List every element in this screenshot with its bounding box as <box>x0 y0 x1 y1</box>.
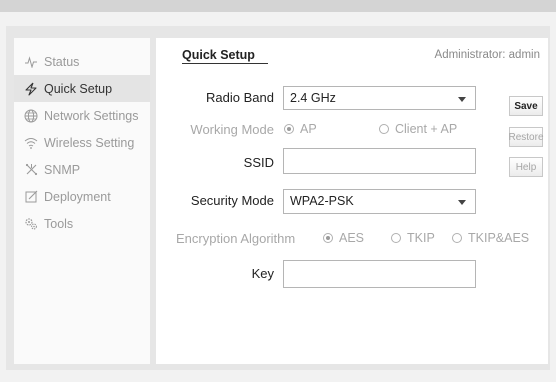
encryption-tkip-aes-label: TKIP&AES <box>468 231 530 245</box>
working-mode-ap-label: AP <box>300 122 317 136</box>
sidebar-item-label: SNMP <box>44 162 81 177</box>
edit-icon <box>23 189 39 205</box>
working-mode-client-ap-label: Client + AP <box>395 122 458 136</box>
radio-band-value: 2.4 GHz <box>290 91 336 105</box>
sidebar-item-label: Network Settings <box>44 108 139 123</box>
sidebar-item-label: Status <box>44 54 80 69</box>
page-title: Quick Setup <box>182 48 268 64</box>
globe-icon <box>23 108 39 124</box>
key-label: Key <box>251 266 274 281</box>
security-mode-label: Security Mode <box>190 193 274 208</box>
encryption-aes-label: AES <box>339 231 365 245</box>
ssid-label: SSID <box>243 155 274 170</box>
sidebar-item-label: Quick Setup <box>44 81 113 96</box>
save-button[interactable]: Save <box>509 96 543 116</box>
gears-icon <box>23 216 39 232</box>
sidebar-item-tools[interactable]: Tools <box>14 210 150 237</box>
sidebar-item-network-settings[interactable]: Network Settings <box>14 102 150 129</box>
top-bar <box>0 0 556 12</box>
admin-label: Administrator: admin <box>434 49 540 61</box>
radio-unselected-icon <box>452 233 462 243</box>
encryption-tkip-label: TKIP <box>407 231 435 245</box>
radio-band-label: Radio Band <box>206 90 274 105</box>
help-button[interactable]: Help <box>509 157 543 177</box>
radio-unselected-icon <box>391 233 401 243</box>
ssid-input[interactable] <box>283 148 476 174</box>
main-panel: Quick Setup Administrator: admin Radio B… <box>156 38 548 364</box>
sidebar-item-quick-setup[interactable]: Quick Setup <box>14 75 150 102</box>
radio-unselected-icon <box>379 124 389 134</box>
radio-selected-icon <box>284 124 294 134</box>
pulse-icon <box>23 54 39 70</box>
encryption-tkip-aes-radio[interactable]: TKIP&AES <box>452 231 529 245</box>
restore-button[interactable]: Restore <box>509 127 544 147</box>
encryption-aes-radio[interactable]: AES <box>323 231 364 245</box>
working-mode-client-ap-radio[interactable]: Client + AP <box>379 122 457 136</box>
chevron-down-icon <box>458 97 466 102</box>
sidebar: Status Quick Setup Network Settings Wire… <box>14 38 150 364</box>
sidebar-item-deployment[interactable]: Deployment <box>14 183 150 210</box>
key-input[interactable] <box>283 260 476 288</box>
radio-selected-icon <box>323 233 333 243</box>
sidebar-item-label: Wireless Setting <box>44 135 135 150</box>
wifi-icon <box>23 135 39 151</box>
sidebar-item-label: Tools <box>44 216 74 231</box>
encryption-algorithm-label: Encryption Algorithm <box>176 231 296 246</box>
sidebar-item-status[interactable]: Status <box>14 48 150 75</box>
snmp-icon <box>23 162 39 178</box>
working-mode-ap-radio[interactable]: AP <box>284 122 317 136</box>
chevron-down-icon <box>458 200 466 205</box>
sidebar-item-snmp[interactable]: SNMP <box>14 156 150 183</box>
lightning-icon <box>23 81 39 97</box>
working-mode-label: Working Mode <box>190 122 274 137</box>
sidebar-item-label: Deployment <box>44 189 111 204</box>
sidebar-item-wireless-setting[interactable]: Wireless Setting <box>14 129 150 156</box>
security-mode-value: WPA2-PSK <box>290 194 354 208</box>
encryption-tkip-radio[interactable]: TKIP <box>391 231 435 245</box>
security-mode-select[interactable]: WPA2-PSK <box>283 189 476 214</box>
radio-band-select[interactable]: 2.4 GHz <box>283 86 476 110</box>
